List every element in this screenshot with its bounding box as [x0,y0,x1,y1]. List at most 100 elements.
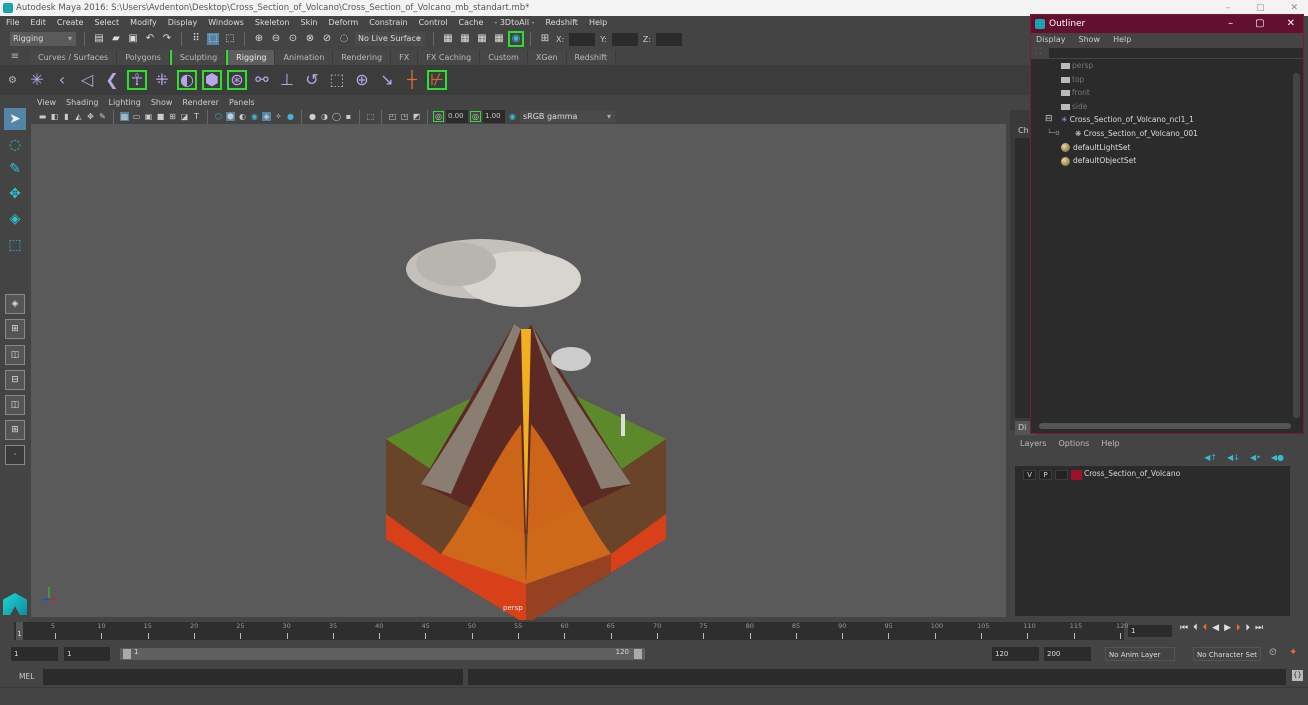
persp-graph-outliner-layout-icon[interactable]: ⊞ [5,420,25,440]
outliner-item[interactable]: defaultLightSet [1031,141,1291,155]
layer-menu-layers[interactable]: Layers [1020,439,1046,448]
outliner-close-button[interactable]: ✕ [1287,15,1295,33]
paint-weights-icon[interactable]: ⁜ [153,71,171,89]
snap-view-icon[interactable]: ⊗ [304,33,316,45]
gamma-icon[interactable]: ◎ [470,111,481,122]
layer-menu-options[interactable]: Options [1058,439,1089,448]
layout-more-icon[interactable]: · [5,445,25,465]
current-time-marker[interactable]: 1 [16,622,23,640]
shelf-tab-sculpting[interactable]: Sculpting [169,49,227,65]
hypershade-icon[interactable]: ◉ [508,31,524,47]
shelf-tab-custom[interactable]: Custom [480,49,528,65]
move-tool-icon[interactable]: ✥ [4,183,26,205]
color-management-icon[interactable]: ◉ [508,112,517,121]
snap-live-icon[interactable]: ◌ [338,33,350,45]
color-space-dropdown[interactable]: sRGB gamma [520,110,615,123]
playback-start-field[interactable]: 1 [64,647,110,661]
scale-constraint-icon[interactable]: ⬚ [328,71,346,89]
panel-menu-show[interactable]: Show [151,97,173,109]
xray-joints-icon[interactable]: ◰ [388,112,397,121]
persp-outliner-layout-icon[interactable]: ◫ [5,345,25,365]
menu-file[interactable]: File [6,16,19,29]
point-constraint-icon[interactable]: ⊥ [278,71,296,89]
aim-constraint-icon[interactable]: ⊕ [353,71,371,89]
panel-menu-renderer[interactable]: Renderer [182,97,219,109]
ik-spline-icon[interactable]: ◁ [78,71,96,89]
orient-constraint-icon[interactable]: ↺ [303,71,321,89]
menu-modify[interactable]: Modify [130,16,157,29]
step-forward-frame-button[interactable]: ⏵ [1246,623,1251,633]
add-influence-icon[interactable]: ┼ [403,71,421,89]
default-material-icon[interactable]: ◐ [238,112,247,121]
exposure-icon[interactable]: ◎ [433,111,444,122]
panel-menu-view[interactable]: View [37,97,56,109]
menu-skin[interactable]: Skin [301,16,318,29]
shelf-tab-rigging[interactable]: Rigging [226,49,276,65]
select-camera-icon[interactable]: ▬ [38,112,47,121]
x-field[interactable] [569,32,596,46]
play-forwards-button[interactable]: ▶ [1224,623,1231,633]
snap-grid-icon[interactable]: ⊕ [253,33,265,45]
menu-constrain[interactable]: Constrain [369,16,407,29]
range-slider[interactable]: 1 120 [120,648,645,660]
outliner-search-input[interactable] [1049,48,1303,58]
render-current-icon[interactable]: ▦ [459,33,471,45]
open-scene-icon[interactable]: ▰ [110,33,122,45]
anim-layer-dropdown[interactable]: No Anim Layer [1105,647,1175,661]
remove-influence-icon[interactable]: ⊬ [426,70,447,90]
gate-mask-icon[interactable]: ■ [156,112,165,121]
live-surface-field[interactable]: No Live Surface [355,32,425,46]
pole-vector-icon[interactable]: ↘ [378,71,396,89]
animation-start-field[interactable]: 1 [11,647,58,661]
two-d-pan-icon[interactable]: ✥ [86,112,95,121]
z-field[interactable] [655,32,682,46]
shelf-tab-fx[interactable]: FX [391,49,419,65]
rotate-tool-icon[interactable]: ◈ [4,208,26,230]
redo-icon[interactable]: ↷ [161,33,173,45]
safe-action-icon[interactable]: ◪ [180,112,189,121]
animation-preferences-icon[interactable]: ✦ [1289,647,1297,658]
render-view-icon[interactable]: ▦ [442,33,454,45]
menu-edit[interactable]: Edit [30,16,46,29]
panel-menu-panels[interactable]: Panels [229,97,255,109]
snap-point-icon[interactable]: ⊙ [287,33,299,45]
snap-surface-icon[interactable]: ⊘ [321,33,333,45]
transform-input-icon[interactable]: ⊞ [539,33,551,45]
character-set-dropdown[interactable]: No Character Set [1193,647,1261,661]
layer-type-toggle[interactable] [1055,470,1068,480]
bind-skin-icon[interactable]: ❮ [103,71,121,89]
shelf-settings-icon[interactable]: ⚙ [8,75,17,86]
outliner-minimize-button[interactable]: – [1228,15,1233,33]
new-layer-selected-icon[interactable]: ◀● [1271,453,1284,462]
hypershade-layout-icon[interactable]: ◫ [5,395,25,415]
outliner-item[interactable]: side [1031,100,1291,114]
safe-title-icon[interactable]: T [192,112,201,121]
select-hierarchy-icon[interactable]: ⠿ [190,33,202,45]
ik-handle-icon[interactable]: ‹ [53,71,71,89]
outliner-menu-display[interactable]: Display [1036,33,1066,47]
scale-tool-icon[interactable]: ⬚ [4,234,26,256]
outliner-horizontal-scrollbar[interactable] [1039,423,1291,429]
joint-tool-icon[interactable]: ✳ [28,71,46,89]
outliner-item[interactable]: defaultObjectSet [1031,154,1291,168]
xray-icon[interactable]: ⬚ [366,112,375,121]
use-all-lights-icon[interactable]: ◈ [262,112,271,121]
collapse-icon[interactable]: ⊟ [1045,113,1053,127]
mel-input[interactable] [43,669,463,685]
paint-select-tool-icon[interactable]: ✎ [4,158,26,180]
y-field[interactable] [611,32,638,46]
outliner-item[interactable]: ⊟ ✳ Cross_Section_of_Volcano_ncl1_1 [1031,113,1291,127]
menu-create[interactable]: Create [57,16,84,29]
outliner-maximize-button[interactable]: ▢ [1255,15,1264,33]
film-gate-icon[interactable]: ▭ [132,112,141,121]
resolution-gate-icon[interactable]: ▣ [144,112,153,121]
layer-color-swatch[interactable] [1071,470,1082,480]
grid-icon[interactable]: ▦ [120,112,129,121]
exposure-field[interactable]: 0.00 [446,110,468,123]
sculpt-deformer-icon[interactable]: ◐ [176,70,197,90]
mel-label[interactable]: MEL [19,672,34,681]
go-to-start-button[interactable]: ⏮ [1180,623,1188,633]
persp-graph-layout-icon[interactable]: ⊟ [5,370,25,390]
shelf-tab-xgen[interactable]: XGen [527,49,567,65]
four-view-layout-icon[interactable]: ⊞ [5,319,25,339]
